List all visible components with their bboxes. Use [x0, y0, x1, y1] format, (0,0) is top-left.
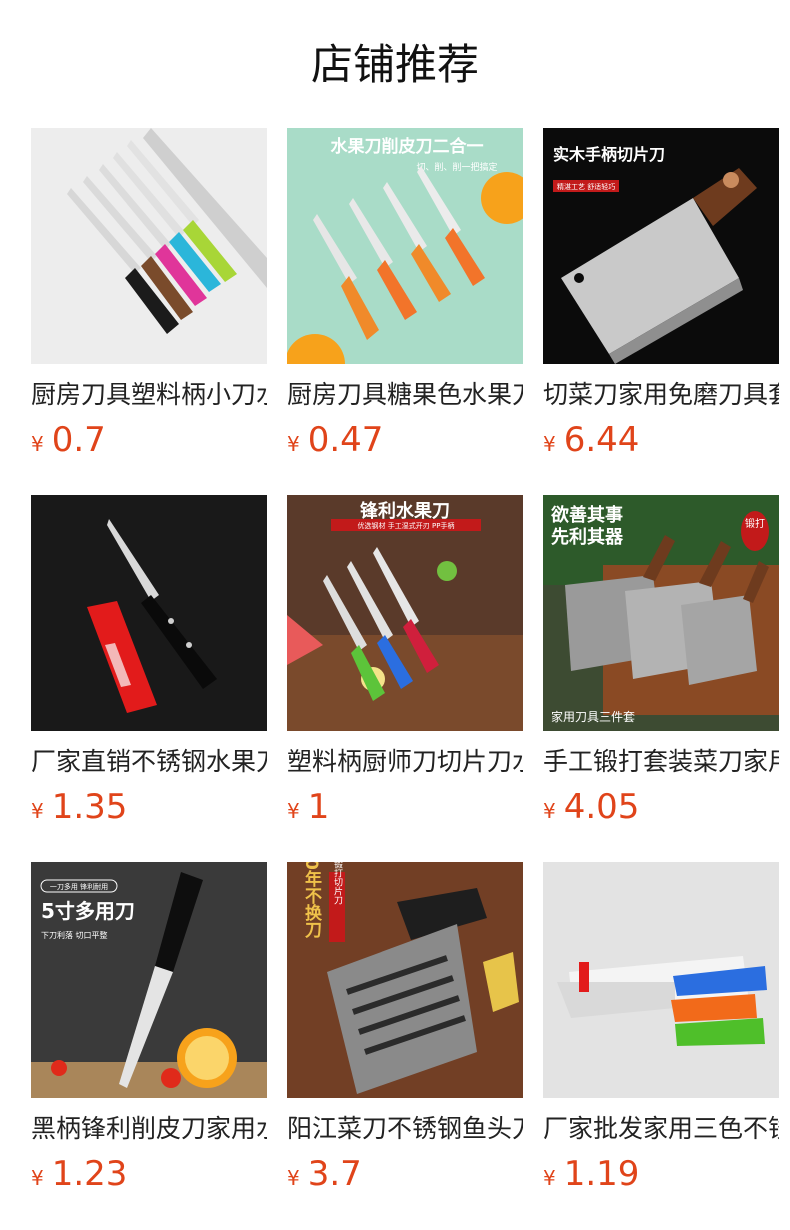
- currency-symbol: ¥: [31, 799, 44, 823]
- currency-symbol: ¥: [31, 432, 44, 456]
- price-row: ¥1.35: [31, 785, 267, 829]
- price-row: ¥1.23: [31, 1152, 267, 1196]
- product-price: 6.44: [563, 420, 640, 460]
- product-image[interactable]: [543, 862, 779, 1098]
- product-name[interactable]: 塑料柄厨师刀切片刀水果刀: [287, 745, 523, 779]
- overlay-subtitle: 优选钢材 手工湿式开刃 PP手柄: [358, 521, 455, 530]
- product-grid: 厨房刀具塑料柄小刀水果刀 ¥0.7 水果刀削皮刀二合一 切、削、削一把搞定: [31, 128, 790, 1229]
- currency-symbol: ¥: [543, 432, 556, 456]
- product-name[interactable]: 切菜刀家用免磨刀具套装: [543, 378, 779, 412]
- product-name[interactable]: 厨房刀具塑料柄小刀水果刀: [31, 378, 267, 412]
- overlay-tag: 一刀多用 锋利耐用: [50, 882, 108, 891]
- product-name[interactable]: 厂家批发家用三色不锈钢刀: [543, 1112, 779, 1146]
- product-price: 0.47: [307, 420, 384, 460]
- overlay-badge: 锻打: [745, 517, 765, 530]
- overlay-subtitle: 精湛工艺 舒适轻巧: [557, 182, 615, 191]
- product-price: 1: [307, 787, 330, 827]
- cleaver-icon: 实木手柄切片刀 精湛工艺 舒适轻巧: [543, 128, 779, 364]
- currency-symbol: ¥: [543, 799, 556, 823]
- price-row: ¥0.7: [31, 418, 267, 462]
- utility-knife-icon: 一刀多用 锋利耐用 5寸多用刀 下刀利落 切口平整: [31, 862, 267, 1098]
- price-row: ¥4.05: [543, 785, 779, 829]
- product-card[interactable]: 厂家直销不锈钢水果刀 ¥1.35: [31, 495, 267, 862]
- product-name[interactable]: 黑柄锋利削皮刀家用水果刀: [31, 1112, 267, 1146]
- product-name[interactable]: 厂家直销不锈钢水果刀: [31, 745, 267, 779]
- price-row: ¥1.19: [543, 1152, 779, 1196]
- product-image[interactable]: [31, 495, 267, 731]
- product-name[interactable]: 阳江菜刀不锈钢鱼头刀: [287, 1112, 523, 1146]
- page-title: 店铺推荐: [310, 40, 479, 89]
- product-image[interactable]: 欲善其事 先利其器 锻打 家用刀具三件套: [543, 495, 779, 731]
- overlay-title: 实木手柄切片刀: [553, 145, 665, 164]
- product-card[interactable]: 实木手柄切片刀 精湛工艺 舒适轻巧 切菜刀家用免磨刀具套装 ¥6.44: [543, 128, 779, 495]
- currency-symbol: ¥: [287, 432, 300, 456]
- product-card[interactable]: 锋利水果刀 优选钢材 手工湿式开刃 PP手柄 塑料柄厨师刀切片刀水果刀 ¥1: [287, 495, 523, 862]
- tri-color-knife-icon: [543, 862, 779, 1098]
- product-card[interactable]: 厨房刀具塑料柄小刀水果刀 ¥0.7: [31, 128, 267, 495]
- overlay-subtitle: 下刀利落 切口平整: [41, 930, 108, 940]
- overlay-title: 5寸多用刀: [41, 899, 135, 923]
- product-price: 1.19: [563, 1154, 640, 1194]
- product-card[interactable]: 一刀多用 锋利耐用 5寸多用刀 下刀利落 切口平整 黑柄锋利削皮刀家用水果刀 ¥…: [31, 862, 267, 1229]
- forged-cleaver-set-icon: 欲善其事 先利其器 锻打 家用刀具三件套: [543, 495, 779, 731]
- product-card[interactable]: 欲善其事 先利其器 锻打 家用刀具三件套 手工锻打套装菜刀家用 ¥4.05: [543, 495, 779, 862]
- overlay-caption: 家用刀具三件套: [551, 709, 635, 724]
- price-row: ¥3.7: [287, 1152, 523, 1196]
- svg-text:切、削、削一把搞定: 切、削、削一把搞定: [416, 161, 497, 173]
- currency-symbol: ¥: [543, 1166, 556, 1190]
- product-price: 4.05: [563, 787, 640, 827]
- price-row: ¥6.44: [543, 418, 779, 462]
- product-card[interactable]: 水果刀削皮刀二合一 切、削、削一把搞定 厨房刀具糖果色水果刀削皮刀 ¥0.47: [287, 128, 523, 495]
- overlay-title: 20年不换刀: [301, 862, 322, 939]
- product-image[interactable]: 实木手柄切片刀 精湛工艺 舒适轻巧: [543, 128, 779, 364]
- product-card[interactable]: 20年不换刀 锻打切片刀 阳江菜刀不锈钢鱼头刀 ¥3.7: [287, 862, 523, 1229]
- product-name[interactable]: 手工锻打套装菜刀家用: [543, 745, 779, 779]
- currency-symbol: ¥: [287, 799, 300, 823]
- knife-set-colorful-icon: [31, 128, 267, 364]
- product-image[interactable]: 水果刀削皮刀二合一 切、削、削一把搞定: [287, 128, 523, 364]
- price-row: ¥1: [287, 785, 523, 829]
- fruit-knife-set-icon: 锋利水果刀 优选钢材 手工湿式开刃 PP手柄: [287, 495, 523, 731]
- product-price: 1.35: [51, 787, 128, 827]
- fruit-knife-orange-icon: 水果刀削皮刀二合一 切、削、削一把搞定: [287, 128, 523, 364]
- product-image[interactable]: 锋利水果刀 优选钢材 手工湿式开刃 PP手柄: [287, 495, 523, 731]
- product-image[interactable]: 一刀多用 锋利耐用 5寸多用刀 下刀利落 切口平整: [31, 862, 267, 1098]
- product-image[interactable]: 20年不换刀 锻打切片刀: [287, 862, 523, 1098]
- overlay-title: 锋利水果刀: [360, 500, 450, 522]
- forged-chopper-icon: 20年不换刀 锻打切片刀: [287, 862, 523, 1098]
- product-image[interactable]: [31, 128, 267, 364]
- product-price: 1.23: [51, 1154, 128, 1194]
- product-price: 0.7: [51, 420, 106, 460]
- currency-symbol: ¥: [287, 1166, 300, 1190]
- price-row: ¥0.47: [287, 418, 523, 462]
- currency-symbol: ¥: [31, 1166, 44, 1190]
- overlay-badge: 锻打切片刀: [332, 862, 343, 905]
- product-name[interactable]: 厨房刀具糖果色水果刀削皮刀: [287, 378, 523, 412]
- overlay-title: 欲善其事: [550, 504, 623, 526]
- product-price: 3.7: [307, 1154, 362, 1194]
- overlay-title-2: 先利其器: [551, 526, 624, 548]
- black-knife-icon: [31, 495, 267, 731]
- product-card[interactable]: 厂家批发家用三色不锈钢刀 ¥1.19: [543, 862, 779, 1229]
- svg-text:水果刀削皮刀二合一: 水果刀削皮刀二合一: [331, 136, 484, 157]
